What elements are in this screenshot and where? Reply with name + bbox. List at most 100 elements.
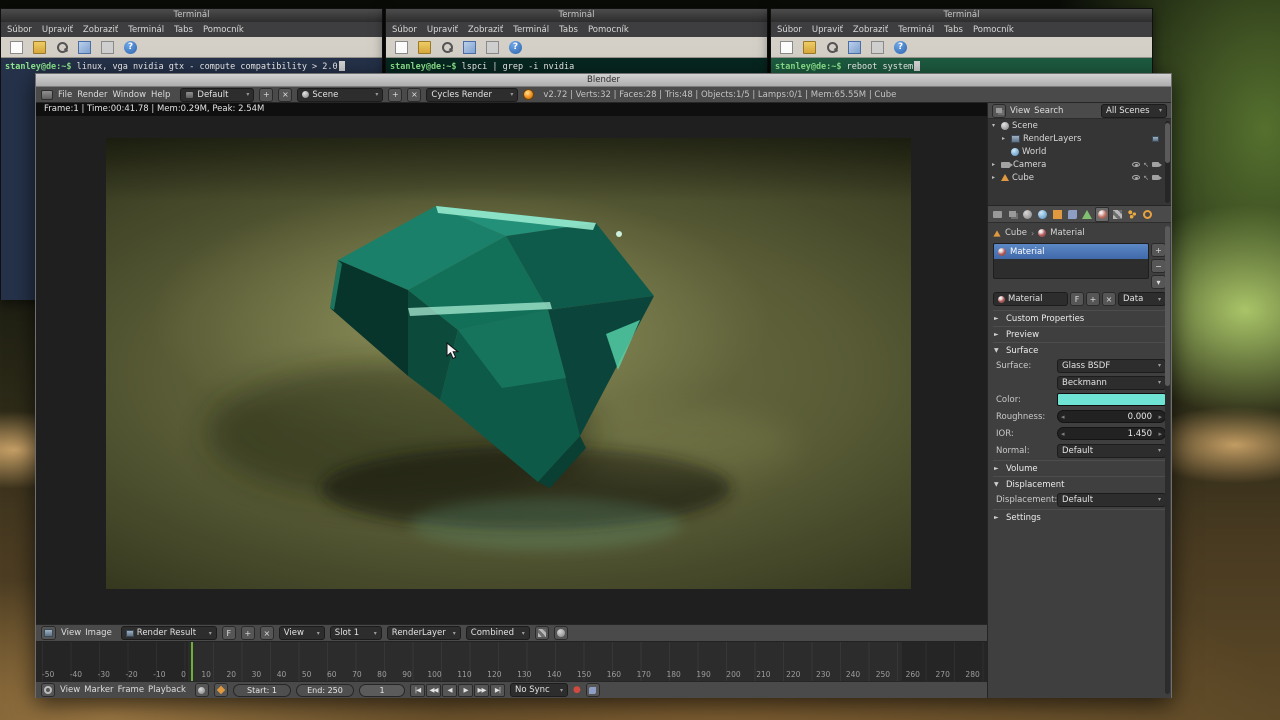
menu-item[interactable]: File: [58, 90, 72, 100]
material-slot-list[interactable]: Material: [993, 243, 1149, 279]
menu-item[interactable]: Playback: [148, 685, 186, 695]
render-toggle-icon[interactable]: [1152, 135, 1159, 142]
image-editor-canvas[interactable]: [36, 116, 987, 624]
tab-object[interactable]: [1050, 207, 1064, 222]
menu-item[interactable]: Pomocník: [973, 25, 1014, 35]
panel-surface[interactable]: ▼ Surface: [993, 342, 1166, 357]
tab-material[interactable]: [1095, 206, 1109, 222]
slot-specials-button[interactable]: ▾: [1151, 275, 1166, 289]
menu-item[interactable]: Upraviť: [42, 25, 73, 35]
properties-panel[interactable]: Cube › Material Material + − ▾ Material …: [988, 206, 1171, 698]
blender-window[interactable]: Blender File Render Window Help Default ▾ +…: [35, 73, 1172, 698]
render-pass-selector[interactable]: Combined ▾: [465, 626, 530, 640]
split-view-icon[interactable]: [101, 40, 114, 54]
record-icon[interactable]: ●: [573, 685, 581, 695]
menu-item[interactable]: Pomocník: [203, 25, 244, 35]
frame-end-field[interactable]: End: 250: [295, 683, 354, 697]
menu-item[interactable]: Zobraziť: [83, 25, 118, 35]
draw-channels-rgb-icon[interactable]: [534, 626, 549, 640]
menu-item[interactable]: View: [61, 628, 81, 638]
render-slot-selector[interactable]: Slot 1 ▾: [329, 626, 382, 640]
add-layout-button[interactable]: +: [259, 87, 274, 102]
menu-item[interactable]: View: [60, 685, 80, 695]
fullscreen-icon[interactable]: [78, 40, 91, 54]
selectability-toggle-icon[interactable]: ↖: [1143, 174, 1149, 182]
tab-render-layers[interactable]: [1005, 207, 1019, 222]
tab-particles[interactable]: [1125, 207, 1139, 222]
menu-item[interactable]: Tabs: [944, 25, 963, 35]
terminal-titlebar[interactable]: Terminál: [1, 9, 382, 22]
data-link-selector[interactable]: Data ▾: [1118, 292, 1166, 306]
add-image-button[interactable]: +: [240, 626, 255, 640]
color-swatch[interactable]: [1057, 393, 1166, 406]
menu-item[interactable]: Help: [151, 90, 170, 100]
editor-type-icon[interactable]: [41, 683, 55, 697]
material-slot-selected[interactable]: Material: [994, 244, 1148, 259]
menu-item[interactable]: Image: [85, 628, 112, 638]
split-view-icon[interactable]: [871, 40, 884, 54]
menu-item[interactable]: Súbor: [392, 25, 417, 35]
menu-item[interactable]: Search: [1034, 106, 1063, 116]
breadcrumb-object[interactable]: Cube: [1005, 228, 1027, 238]
decrement-icon[interactable]: ◂: [1061, 430, 1065, 438]
menu-item[interactable]: Zobraziť: [468, 25, 503, 35]
add-scene-button[interactable]: +: [388, 87, 403, 102]
playback-button[interactable]: ▶▶: [473, 683, 489, 697]
menu-item[interactable]: Pomocník: [588, 25, 629, 35]
frame-start-field[interactable]: Start: 1: [232, 683, 291, 697]
image-datablock-selector[interactable]: Render Result ▾: [120, 626, 217, 640]
close-layout-button[interactable]: ×: [278, 87, 293, 102]
outliner-scrollbar[interactable]: [1165, 121, 1170, 203]
menu-item[interactable]: Terminál: [513, 25, 549, 35]
menu-item[interactable]: Zobraziť: [853, 25, 888, 35]
menu-item[interactable]: Súbor: [777, 25, 802, 35]
scene-selector[interactable]: Scene ▾: [297, 87, 384, 102]
panel-displacement[interactable]: ▼ Displacement: [993, 476, 1166, 491]
editor-type-icon[interactable]: [992, 103, 1006, 118]
visibility-toggle-icon[interactable]: [1132, 175, 1141, 180]
timeline-ruler[interactable]: -50 -40 -30 -20 -10 0 10 20 30 40 50 60 70 80 90 100 110…: [36, 641, 987, 681]
menu-item[interactable]: Render: [77, 90, 107, 100]
playback-button[interactable]: ▶|: [489, 683, 505, 697]
tab-render[interactable]: [990, 207, 1004, 222]
terminal-titlebar[interactable]: Terminál: [771, 9, 1152, 22]
tab-physics[interactable]: [1140, 207, 1154, 222]
open-folder-icon[interactable]: [803, 40, 816, 54]
tab-texture[interactable]: [1110, 207, 1124, 222]
search-icon[interactable]: [56, 41, 68, 53]
remove-slot-button[interactable]: −: [1151, 259, 1166, 273]
displacement-selector[interactable]: Default ▾: [1057, 492, 1166, 507]
add-slot-button[interactable]: +: [1151, 243, 1166, 257]
menu-item[interactable]: Terminál: [898, 25, 934, 35]
new-document-icon[interactable]: [780, 40, 793, 54]
playback-button[interactable]: ◀◀: [425, 683, 441, 697]
selectability-toggle-icon[interactable]: ↖: [1143, 161, 1149, 169]
expand-icon[interactable]: ▾: [992, 122, 998, 129]
blender-titlebar[interactable]: Blender: [36, 74, 1171, 87]
editor-type-icon[interactable]: [41, 89, 53, 100]
playback-button[interactable]: ◀: [441, 683, 457, 697]
outliner-panel[interactable]: View Search All Scenes ▾ ▾ Scene ▸ Rende…: [988, 103, 1171, 206]
new-document-icon[interactable]: [395, 40, 408, 54]
ior-field[interactable]: ◂ 1.450 ▸: [1057, 427, 1166, 440]
tab-world[interactable]: [1035, 207, 1049, 222]
terminal-titlebar[interactable]: Terminál: [386, 9, 767, 22]
fake-user-button[interactable]: F: [221, 626, 236, 640]
open-folder-icon[interactable]: [418, 40, 431, 54]
view-mode-selector[interactable]: View ▾: [278, 626, 325, 640]
menu-item[interactable]: Marker: [84, 685, 113, 695]
breadcrumb-material[interactable]: Material: [1050, 228, 1085, 238]
properties-scrollbar[interactable]: [1165, 226, 1170, 694]
decrement-icon[interactable]: ◂: [1061, 413, 1065, 421]
outliner-item-scene[interactable]: ▾ Scene: [988, 119, 1171, 132]
preview-range-icon[interactable]: [194, 683, 209, 697]
surface-shader-selector[interactable]: Glass BSDF ▾: [1057, 358, 1166, 373]
unlink-image-button[interactable]: ×: [259, 626, 274, 640]
outliner-item-camera[interactable]: ▸ Camera ↖: [988, 158, 1171, 171]
normal-selector[interactable]: Default ▾: [1057, 443, 1166, 458]
tab-modifiers[interactable]: [1065, 207, 1079, 222]
screen-layout-selector[interactable]: Default ▾: [180, 87, 255, 102]
expand-icon[interactable]: ▸: [992, 174, 998, 181]
tab-scene[interactable]: [1020, 207, 1034, 222]
menu-item[interactable]: Frame: [118, 685, 144, 695]
